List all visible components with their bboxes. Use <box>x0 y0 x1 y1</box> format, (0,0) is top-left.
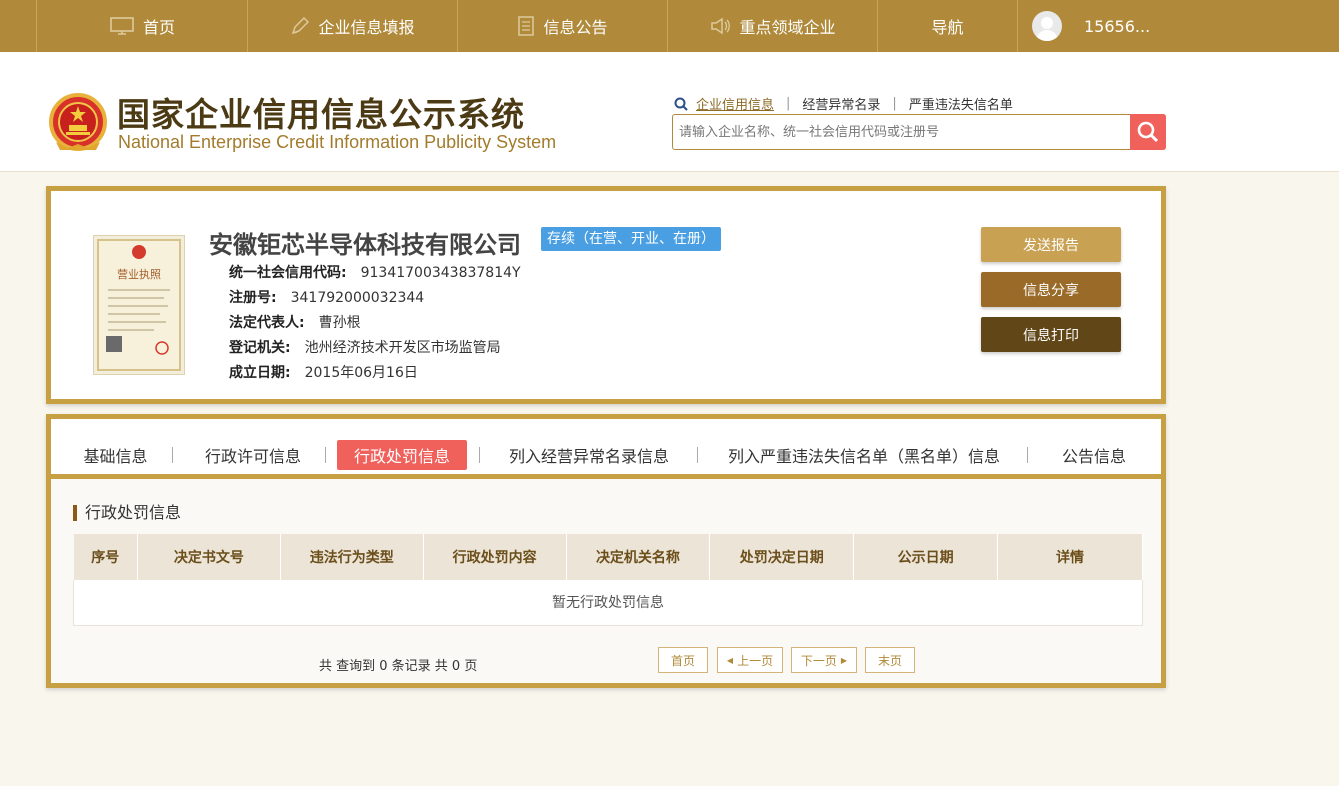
search-link-blacklist[interactable]: 严重违法失信名单 <box>909 94 1013 113</box>
pager-summary: 共 查询到 0 条记录 共 0 页 <box>319 659 478 674</box>
nav-navigation[interactable]: 导航 <box>877 0 1017 52</box>
tab-separator <box>697 447 698 463</box>
tab-separator <box>325 447 326 463</box>
col-violation-type: 违法行为类型 <box>280 534 424 580</box>
user-name: 15656... <box>1084 16 1151 36</box>
send-report-button[interactable]: 发送报告 <box>981 227 1121 262</box>
info-founded: 成立日期: 2015年06月16日 <box>229 362 418 382</box>
magnifier-icon <box>1136 120 1160 144</box>
pen-icon <box>290 16 310 36</box>
avatar <box>1032 11 1062 41</box>
info-legal-rep: 法定代表人: 曹孙根 <box>229 312 361 332</box>
company-name: 安徽钜芯半导体科技有限公司 <box>209 231 521 259</box>
last-page-button[interactable]: 末页 <box>865 647 915 673</box>
tab-separator <box>172 447 173 463</box>
empty-message: 暂无行政处罚信息 <box>73 580 1143 626</box>
info-value: 2015年06月16日 <box>304 365 418 381</box>
tab-abnormal-list[interactable]: 列入经营异常名录信息 <box>499 440 679 470</box>
monitor-icon <box>109 16 135 36</box>
col-decision-date: 处罚决定日期 <box>709 534 855 580</box>
info-value: 池州经济技术开发区市场监管局 <box>304 340 501 356</box>
section-title: 行政处罚信息 <box>73 505 181 521</box>
search-link-credit[interactable]: 企业信用信息 <box>696 94 774 113</box>
col-authority: 决定机关名称 <box>566 534 711 580</box>
info-authority: 登记机关: 池州经济技术开发区市场监管局 <box>229 337 501 357</box>
info-label: 成立日期: <box>229 365 291 381</box>
info-panel: 基础信息 行政许可信息 行政处罚信息 列入经营异常名录信息 列入严重违法失信名单… <box>46 414 1166 688</box>
user-menu[interactable]: 15656... <box>1017 0 1339 52</box>
info-label: 登记机关: <box>229 340 291 356</box>
col-decision-no: 决定书文号 <box>137 534 281 580</box>
tab-bar: 基础信息 行政许可信息 行政处罚信息 列入经营异常名录信息 列入严重违法失信名单… <box>51 419 1161 479</box>
site-subtitle: National Enterprise Credit Information P… <box>118 132 557 152</box>
col-publish-date: 公示日期 <box>853 534 999 580</box>
tab-basic-info[interactable]: 基础信息 <box>73 440 158 470</box>
site-header: 国家企业信用信息公示系统 National Enterprise Credit … <box>0 52 1339 172</box>
license-title: 营业执照 <box>117 267 161 281</box>
nav-key-sectors-label: 重点领域企业 <box>739 18 836 37</box>
info-label: 注册号: <box>229 290 277 306</box>
info-label: 统一社会信用代码: <box>229 265 347 281</box>
separator: | <box>786 96 791 111</box>
prev-page-button[interactable]: ◀ 上一页 <box>717 647 783 673</box>
col-penalty-content: 行政处罚内容 <box>423 534 567 580</box>
first-page-button[interactable]: 首页 <box>658 647 708 673</box>
table-header-row: 序号 决定书文号 违法行为类型 行政处罚内容 决定机关名称 处罚决定日期 公示日… <box>73 534 1143 580</box>
next-page-button[interactable]: 下一页 ▶ <box>791 647 857 673</box>
penalty-table: 序号 决定书文号 违法行为类型 行政处罚内容 决定机关名称 处罚决定日期 公示日… <box>73 534 1143 626</box>
nav-home[interactable]: 首页 <box>36 0 247 52</box>
info-label: 法定代表人: <box>229 315 305 331</box>
chevron-right-icon: ▶ <box>840 655 848 665</box>
chevron-left-icon: ◀ <box>726 655 734 665</box>
info-value: 曹孙根 <box>318 315 361 331</box>
document-icon <box>517 15 535 37</box>
separator: | <box>892 96 897 111</box>
search-icon <box>674 97 688 111</box>
table-row: 暂无行政处罚信息 <box>73 580 1143 626</box>
search-link-abnormal[interactable]: 经营异常名录 <box>802 94 880 113</box>
nav-key-sectors[interactable]: 重点领域企业 <box>667 0 877 52</box>
next-page-label: 下一页 <box>800 653 837 668</box>
search-box <box>672 114 1166 150</box>
share-info-button[interactable]: 信息分享 <box>981 272 1121 307</box>
tab-blacklist[interactable]: 列入严重违法失信名单（黑名单）信息 <box>719 440 1009 470</box>
site-title: 国家企业信用信息公示系统 <box>117 95 525 134</box>
info-value: 91341700343837814Y <box>360 265 521 281</box>
status-badge: 存续（在营、开业、在册） <box>541 227 721 251</box>
business-license-thumbnail[interactable]: 营业执照 <box>93 235 185 375</box>
tab-admin-license[interactable]: 行政许可信息 <box>193 440 313 470</box>
info-reg-number: 注册号: 341792000032344 <box>229 287 424 307</box>
search-type-links: 企业信用信息 | 经营异常名录 | 严重违法失信名单 <box>674 94 1013 113</box>
info-credit-code: 统一社会信用代码: 91341700343837814Y <box>229 262 521 282</box>
tab-separator <box>1027 447 1028 463</box>
prev-page-label: 上一页 <box>737 653 774 668</box>
company-card: 营业执照 安徽钜芯半导体科技有限公司 存续（在营、开业、在册） 统一社会信用代码… <box>46 186 1166 404</box>
top-nav: 首页 企业信息填报 信息公告 重点领域企业 导航 15656... <box>0 0 1339 52</box>
tab-announcements[interactable]: 公告信息 <box>1049 440 1139 470</box>
print-info-button[interactable]: 信息打印 <box>981 317 1121 352</box>
tab-separator <box>479 447 480 463</box>
nav-report[interactable]: 企业信息填报 <box>247 0 457 52</box>
search-button[interactable] <box>1130 114 1166 150</box>
col-index: 序号 <box>73 534 138 580</box>
nav-home-label: 首页 <box>142 18 175 37</box>
info-value: 341792000032344 <box>290 290 425 306</box>
nav-announcement-label: 信息公告 <box>543 18 608 37</box>
search-input[interactable] <box>679 121 1127 143</box>
nav-navigation-label: 导航 <box>931 18 964 37</box>
col-details: 详情 <box>997 534 1143 580</box>
nav-report-label: 企业信息填报 <box>318 18 415 37</box>
national-emblem-logo <box>48 92 108 154</box>
nav-announcement[interactable]: 信息公告 <box>457 0 667 52</box>
speaker-icon <box>709 16 731 36</box>
tab-admin-penalty[interactable]: 行政处罚信息 <box>337 440 467 470</box>
